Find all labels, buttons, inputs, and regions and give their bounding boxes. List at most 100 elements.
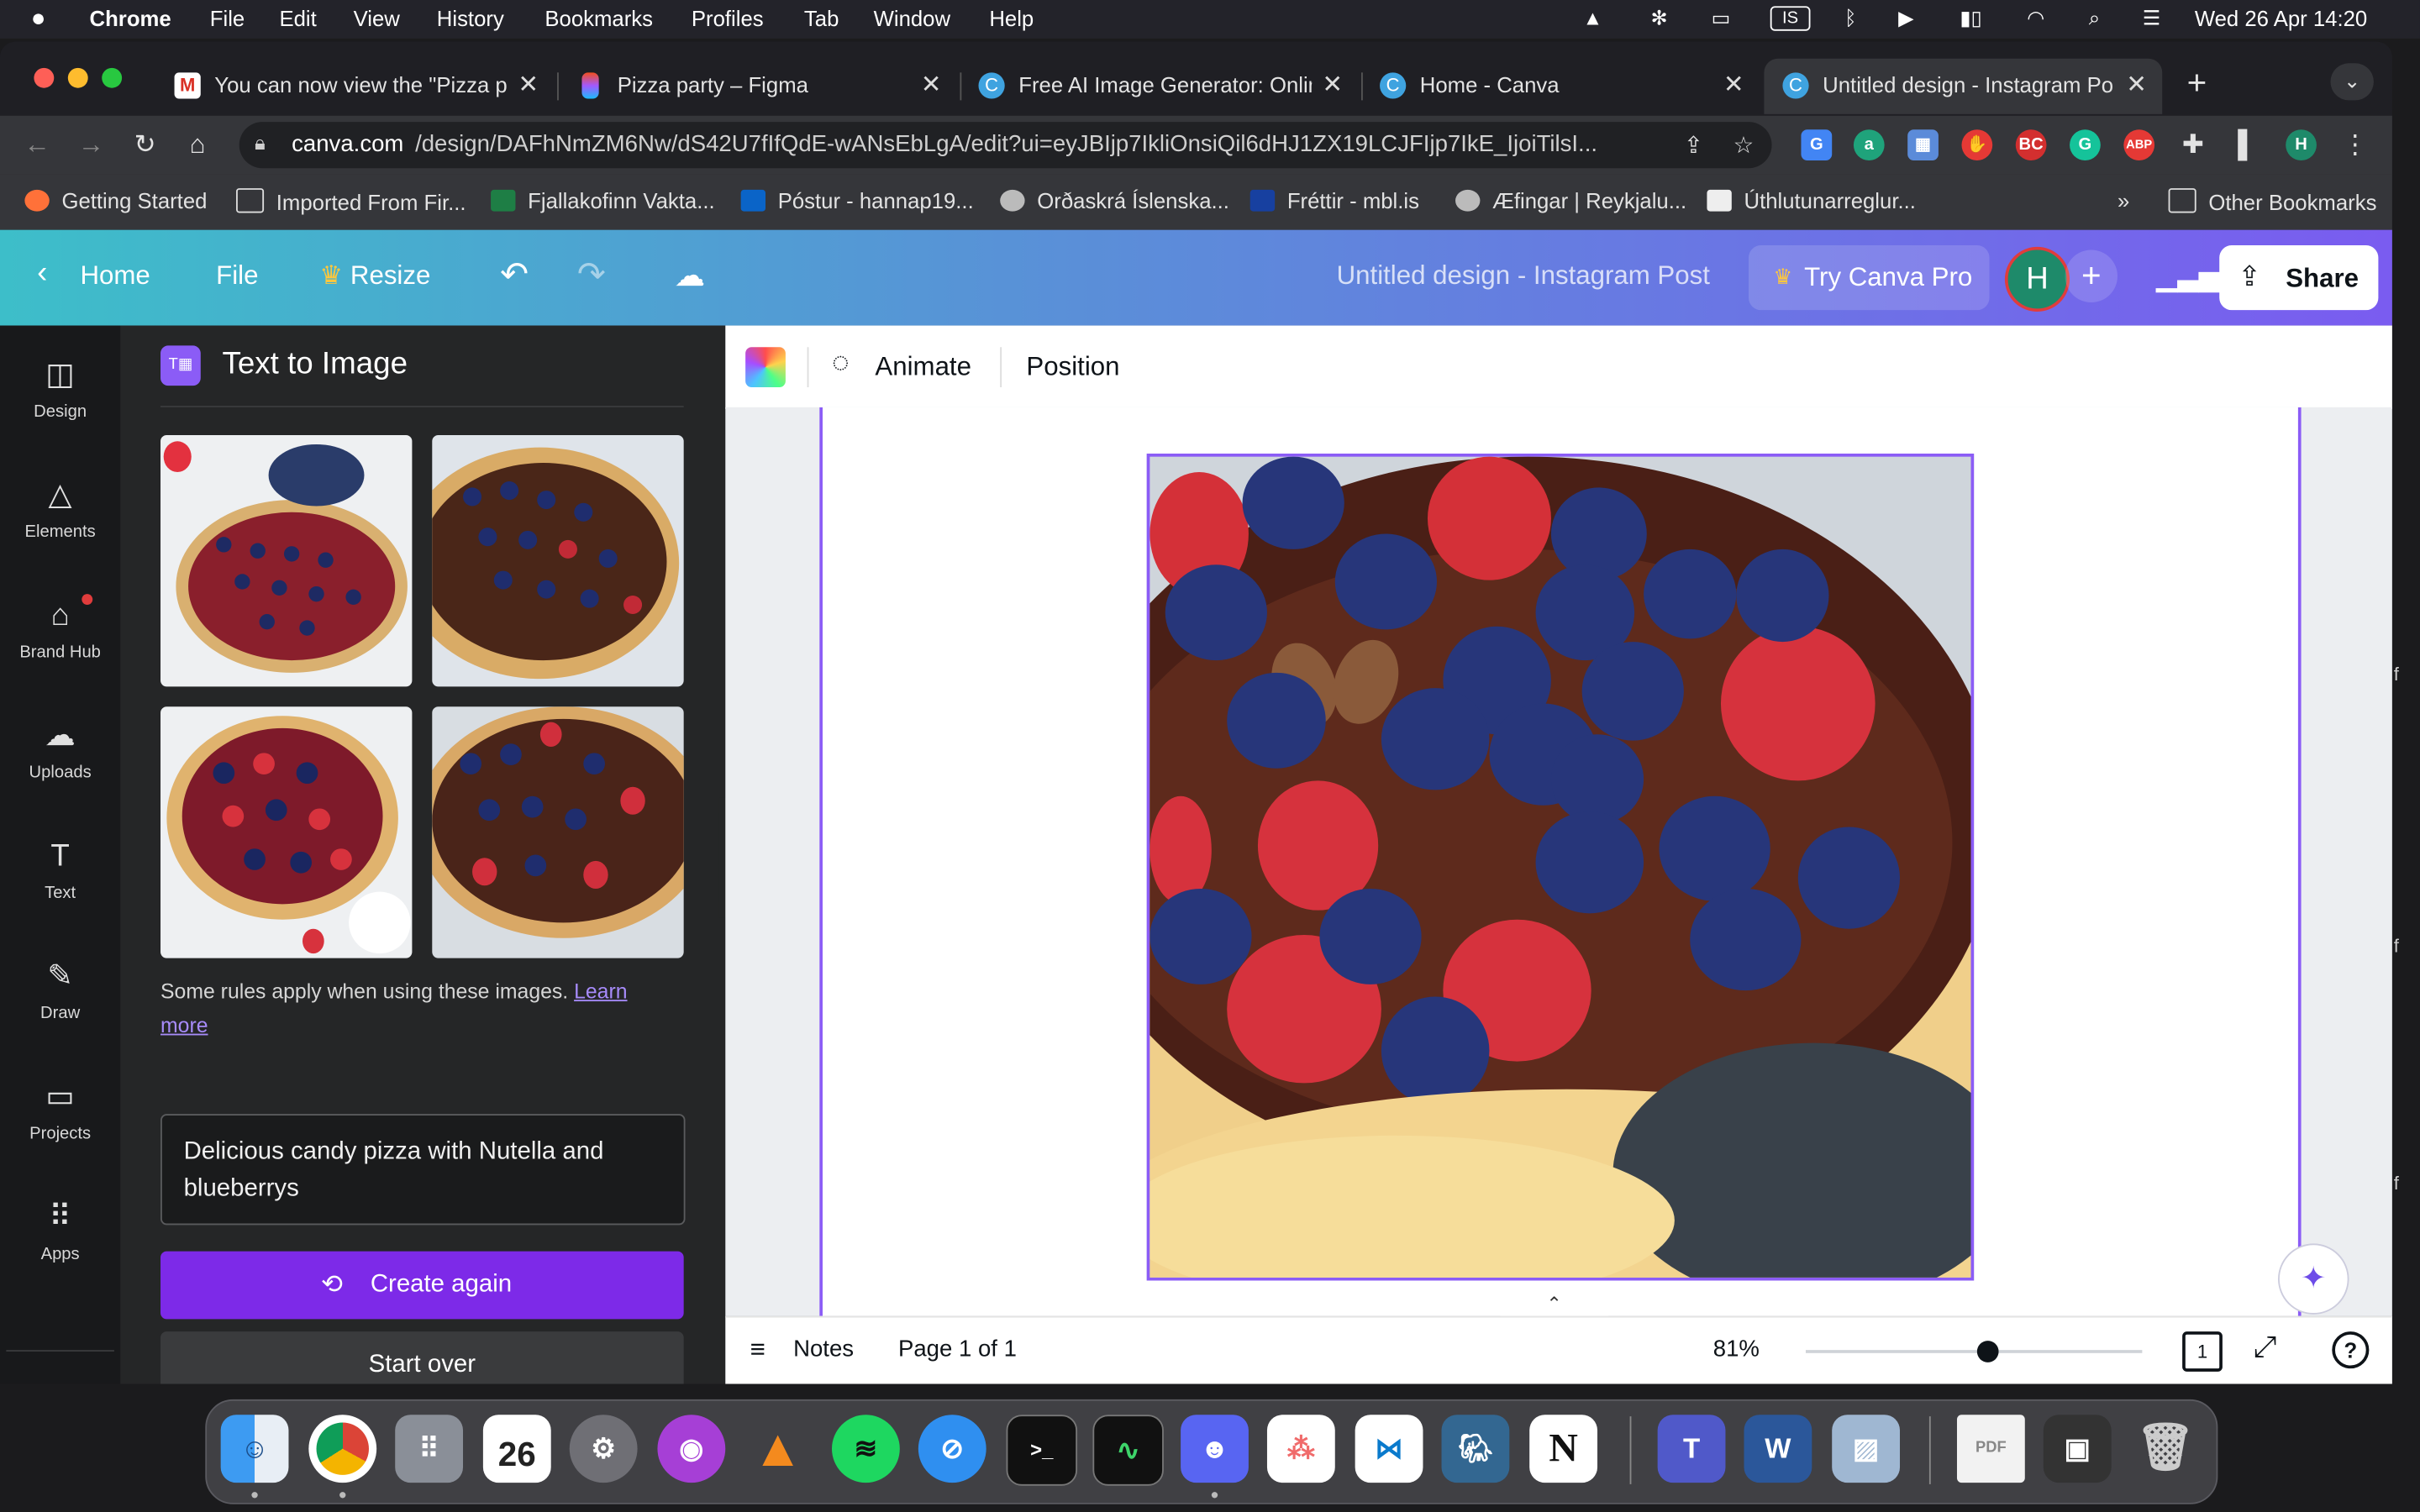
bookmark-getting-started[interactable]: Getting Started [24,188,207,213]
play-icon[interactable]: ▶ [1892,6,1920,30]
generated-image-3[interactable] [160,706,413,958]
menu-history[interactable]: History [437,6,504,30]
rail-projects[interactable]: ▭ Projects [0,1079,120,1143]
chevron-up-icon[interactable]: ⌃ [1500,1293,1608,1316]
address-bar[interactable]: 🔒︎ canva.com /design/DAFhNmZM6Nw/dS42U7f… [239,122,1772,169]
menu-file[interactable]: File [210,6,245,30]
color-picker-icon[interactable] [745,347,786,388]
try-canva-pro-button[interactable]: ♛ Try Canva Pro [1749,245,1990,311]
chrome-menu-icon[interactable]: ⋮ [2339,129,2370,160]
insights-chart-icon[interactable]: ▁▃▅ [2156,260,2220,293]
close-tab-icon[interactable]: ✕ [1723,70,1744,101]
asana-icon[interactable]: ⁂ [1266,1415,1335,1483]
tab-ai-image-generator[interactable]: C Free AI Image Generator: Onlin ✕ [960,59,1358,114]
zoom-slider[interactable] [1805,1350,2143,1353]
launchpad-icon[interactable]: ⠿ [395,1415,464,1483]
search-icon[interactable]: ⌕ [2081,6,2108,30]
fullscreen-icon[interactable]: ⤢ [2254,1331,2277,1365]
menu-view[interactable]: View [354,6,400,30]
bookmark-aefingar[interactable]: Æfingar | Reykjalu... [1455,188,1686,213]
home-button[interactable]: Home [81,260,150,291]
profile-avatar-icon[interactable]: H [2286,129,2317,161]
animate-button[interactable]: Animate [875,352,971,383]
back-icon[interactable]: ← [22,129,53,160]
zoom-window-button[interactable] [102,67,123,88]
other-bookmarks[interactable]: Other Bookmarks [2168,188,2376,214]
bluetooth-icon[interactable]: ᛒ [1837,6,1865,30]
discord-icon[interactable]: ☻ [1181,1415,1249,1483]
vscode-icon[interactable]: ⋈ [1355,1415,1423,1483]
page-indicator[interactable]: Page 1 of 1 [898,1336,1017,1362]
calendar-icon[interactable]: 26 [482,1415,551,1483]
notes-button[interactable]: Notes [793,1336,854,1362]
downloads-stack-icon[interactable]: ▣ [2043,1415,2112,1483]
teams-icon[interactable]: T [1657,1415,1726,1483]
podcasts-icon[interactable]: ◉ [657,1415,726,1483]
bookmark-uthlutunarreglur[interactable]: Úthlutunarreglur... [1707,188,1916,213]
extensions-puzzle-icon[interactable]: ✚ [2178,129,2209,160]
zoom-slider-thumb[interactable] [1976,1341,1999,1362]
home-icon[interactable]: ⌂ [182,129,213,160]
display-icon[interactable]: ▭ [1707,6,1734,30]
menu-help[interactable]: Help [989,6,1034,30]
menu-profiles[interactable]: Profiles [692,6,764,30]
bookmarks-overflow-icon[interactable]: » [2118,188,2129,213]
page-grid-button[interactable]: 1 [2182,1331,2223,1372]
control-center-icon[interactable]: ☰ [2138,6,2165,30]
tab-untitled-design[interactable]: C Untitled design - Instagram Po ✕ [1764,58,2163,114]
apple-icon[interactable]: ● [31,6,46,34]
finder-icon[interactable]: ☺ [220,1415,289,1483]
prompt-textarea[interactable]: Delicious candy pizza with Nutella and b… [160,1114,686,1226]
resize-button[interactable]: ♛ Resize [319,260,430,291]
new-tab-button[interactable]: + [2187,63,2207,103]
fan-icon[interactable]: ✻ [1645,6,1673,30]
rail-design[interactable]: ◫ Design [0,356,120,421]
grammarly-icon[interactable]: G [2070,129,2101,161]
share-page-icon[interactable]: ⇪ [1684,131,1703,159]
safari-icon[interactable]: ⊘ [918,1415,986,1483]
start-over-button[interactable]: Start over [160,1331,684,1384]
postgresql-icon[interactable]: 🐘︎ [1441,1415,1510,1483]
bookmark-imported[interactable]: Imported From Fir... [236,188,466,214]
word-icon[interactable]: W [1744,1415,1812,1483]
close-tab-icon[interactable]: ✕ [921,70,942,101]
reload-icon[interactable]: ↻ [129,129,160,160]
trash-icon[interactable]: 🗑︎ [2132,1415,2200,1483]
design-title[interactable]: Untitled design - Instagram Post [1337,260,1710,291]
bc-extension-icon[interactable]: BC [2015,129,2047,161]
generated-image-1[interactable] [160,434,413,687]
rail-uploads[interactable]: ☁ Uploads [0,717,120,782]
bookmark-mbl[interactable]: Fréttir - mbl.is [1249,188,1419,213]
generated-pizza-image[interactable] [1146,453,1975,1281]
grammar-extension-icon[interactable]: a [1853,129,1885,161]
undo-icon[interactable]: ↶ [500,255,529,295]
minimize-window-button[interactable] [67,67,88,88]
menu-edit[interactable]: Edit [279,6,316,30]
help-button[interactable]: ? [2332,1331,2370,1369]
bookmark-ordaskra[interactable]: Orðaskrá Íslenska... [1000,188,1229,213]
terminal-icon[interactable]: >_ [1006,1415,1078,1486]
menu-tab[interactable]: Tab [804,6,839,30]
google-translate-icon[interactable]: G [1801,129,1833,161]
adblock-plus-icon[interactable]: ABP [2123,129,2155,161]
image-preview-icon[interactable]: ▨ [1832,1415,1901,1483]
rail-apps[interactable]: ⠿ Apps [0,1199,120,1263]
generated-image-4[interactable] [432,706,684,958]
share-button[interactable]: ⇪ Share [2219,245,2379,311]
tab-gmail[interactable]: M You can now view the "Pizza p ✕ [156,59,555,114]
rail-elements[interactable]: △ Elements [0,477,120,541]
design-page[interactable] [819,407,2302,1316]
battery-icon[interactable]: ▮▯ [1951,6,1991,30]
close-tab-icon[interactable]: ✕ [518,70,539,101]
rail-draw[interactable]: ✎ Draw [0,958,120,1022]
menu-clock[interactable]: Wed 26 Apr 14:20 [2195,6,2367,30]
menu-bookmarks[interactable]: Bookmarks [544,6,653,30]
image-extension-icon[interactable]: ▦ [1907,129,1939,161]
wifi-icon[interactable]: ◠ [2022,6,2049,30]
forward-icon[interactable]: → [76,129,107,160]
close-tab-icon[interactable]: ✕ [1322,70,1343,101]
stop-extension-icon[interactable]: ✋ [1961,129,1993,161]
menu-app-name[interactable]: Chrome [90,6,171,30]
side-panel-icon[interactable]: ▌ [2232,129,2263,160]
chevron-left-icon[interactable]: ‹ [37,256,47,291]
